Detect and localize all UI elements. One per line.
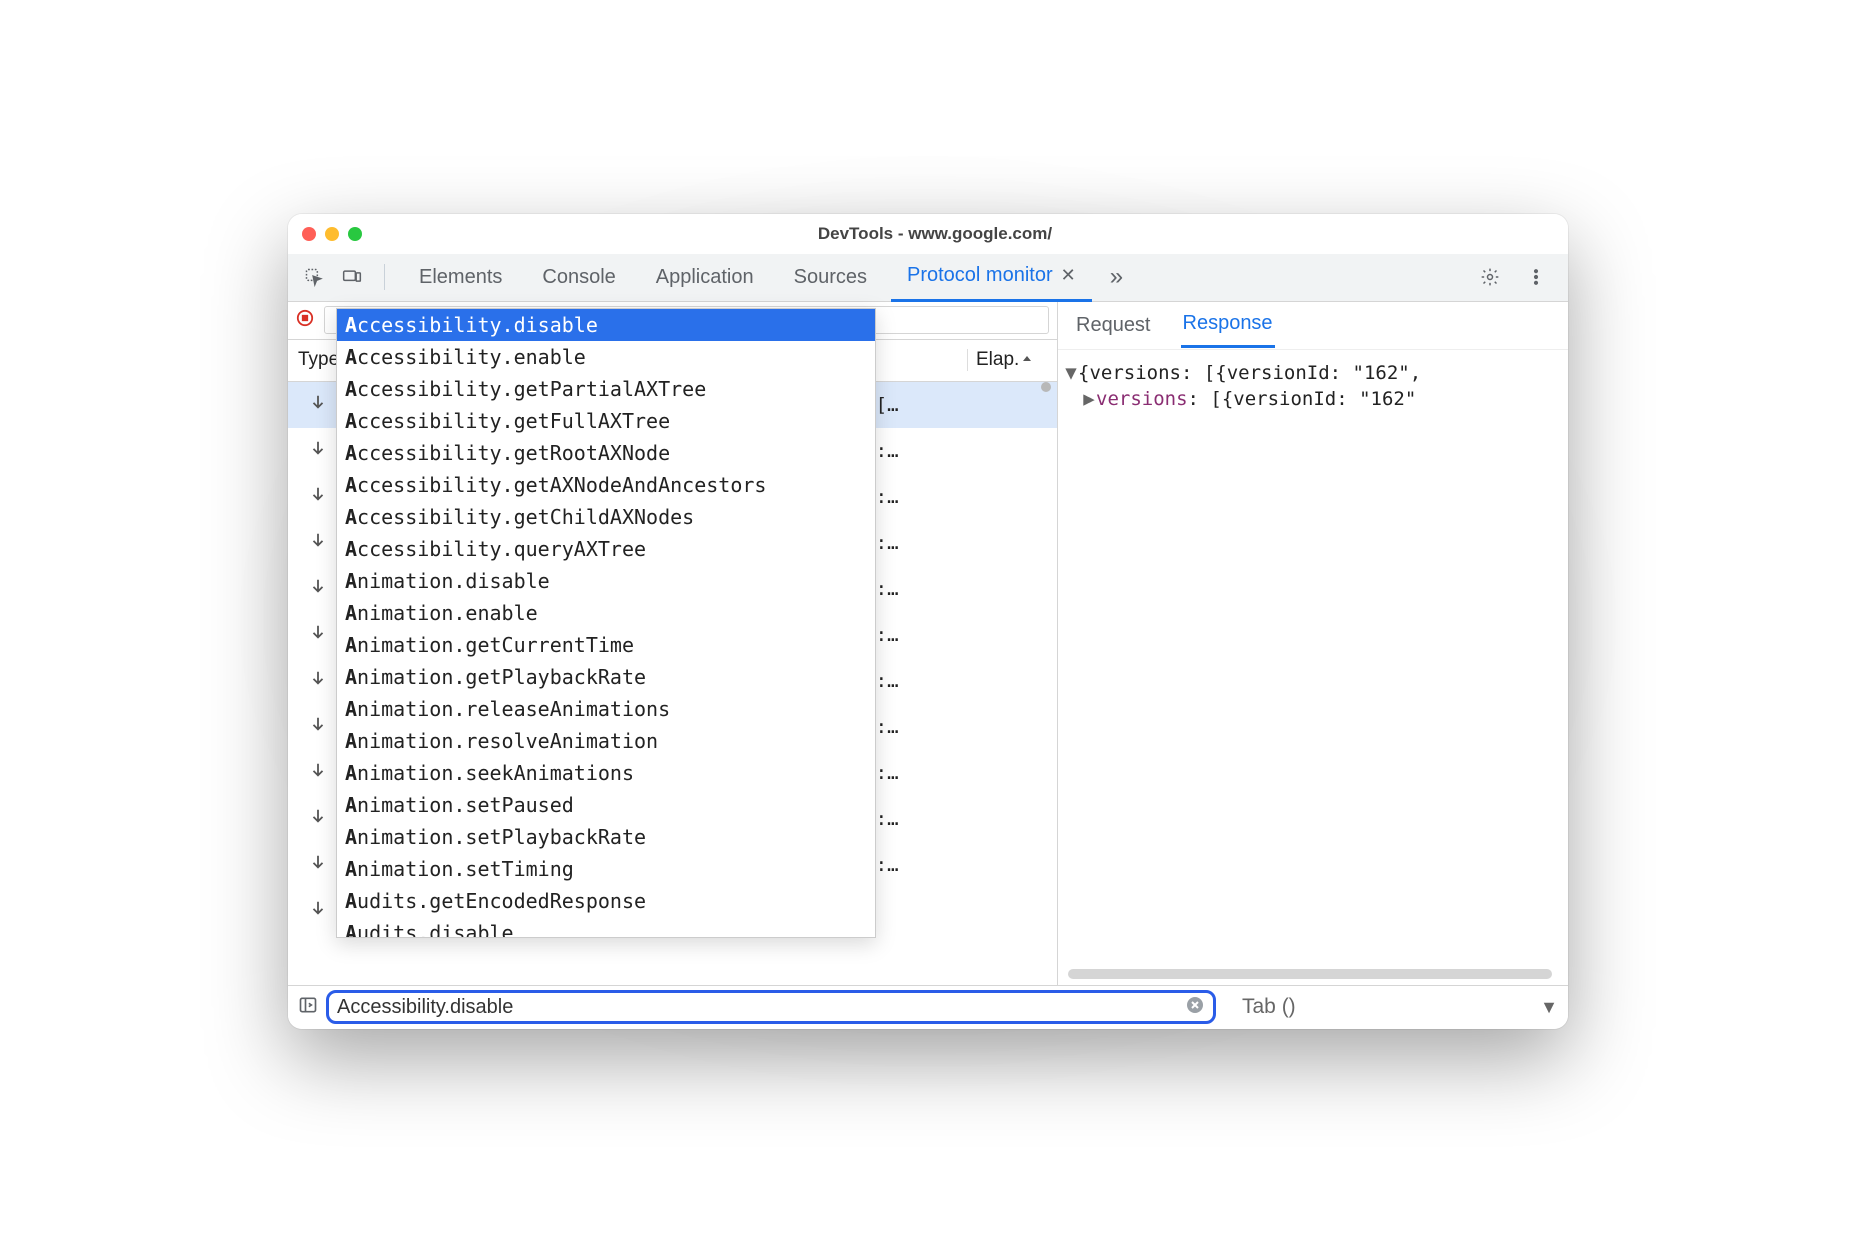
autocomplete-popup: Accessibility.disableAccessibility.enabl… xyxy=(336,308,876,938)
autocomplete-item[interactable]: Accessibility.getPartialAXTree xyxy=(337,373,875,405)
autocomplete-item[interactable]: Accessibility.getAXNodeAndAncestors xyxy=(337,469,875,501)
response-tree[interactable]: ▼{versions: [{versionId: "162", ▶version… xyxy=(1058,350,1568,985)
protocol-log-pane: Type se Elap. ions":[…estId":…estId":…es… xyxy=(288,302,1058,985)
panel-tabs: Elements Console Application Sources Pro… xyxy=(403,252,1466,302)
tab-console[interactable]: Console xyxy=(526,254,631,301)
arrow-down-icon xyxy=(309,577,327,600)
tab-elements[interactable]: Elements xyxy=(403,254,518,301)
maximize-window-icon[interactable] xyxy=(348,227,362,241)
window-title: DevTools - www.google.com/ xyxy=(371,224,1554,244)
arrow-down-icon xyxy=(309,807,327,830)
autocomplete-item[interactable]: Accessibility.disable xyxy=(337,309,875,341)
tab-protocol-monitor[interactable]: Protocol monitor ✕ xyxy=(891,252,1092,302)
tab-response[interactable]: Response xyxy=(1181,302,1275,348)
minimize-window-icon[interactable] xyxy=(325,227,339,241)
clear-input-icon[interactable] xyxy=(1185,995,1205,1020)
arrow-down-icon xyxy=(309,761,327,784)
toolbar: Elements Console Application Sources Pro… xyxy=(288,254,1568,302)
command-input-wrap xyxy=(326,990,1216,1024)
horizontal-scrollbar[interactable] xyxy=(1068,969,1552,979)
arrow-down-icon xyxy=(309,899,327,922)
titlebar: DevTools - www.google.com/ xyxy=(288,214,1568,254)
autocomplete-item[interactable]: Accessibility.queryAXTree xyxy=(337,533,875,565)
devtools-window: DevTools - www.google.com/ Elements Cons… xyxy=(288,214,1568,1029)
detail-tabs: Request Response xyxy=(1058,302,1568,350)
inspect-element-icon[interactable] xyxy=(300,263,328,291)
autocomplete-item[interactable]: Accessibility.getChildAXNodes xyxy=(337,501,875,533)
autocomplete-item[interactable]: Audits.disable xyxy=(337,917,875,938)
autocomplete-item[interactable]: Animation.setPlaybackRate xyxy=(337,821,875,853)
command-input[interactable] xyxy=(337,996,1185,1019)
autocomplete-item[interactable]: Accessibility.getRootAXNode xyxy=(337,437,875,469)
arrow-down-icon xyxy=(309,669,327,692)
gear-icon[interactable] xyxy=(1476,263,1504,291)
autocomplete-item[interactable]: Animation.setTiming xyxy=(337,853,875,885)
detail-pane: Request Response ▼{versions: [{versionId… xyxy=(1058,302,1568,985)
autocomplete-item[interactable]: Animation.disable xyxy=(337,565,875,597)
autocomplete-item[interactable]: Animation.releaseAnimations xyxy=(337,693,875,725)
col-elapsed[interactable]: Elap. xyxy=(967,349,1057,371)
scroll-indicator[interactable] xyxy=(1041,382,1051,392)
record-icon[interactable] xyxy=(296,309,314,332)
drawer-toggle-icon[interactable] xyxy=(298,995,318,1020)
autocomplete-item[interactable]: Accessibility.enable xyxy=(337,341,875,373)
arrow-down-icon xyxy=(309,439,327,462)
more-tabs-icon[interactable]: » xyxy=(1100,263,1133,291)
autocomplete-item[interactable]: Animation.getPlaybackRate xyxy=(337,661,875,693)
tab-request[interactable]: Request xyxy=(1074,304,1153,347)
tab-sources[interactable]: Sources xyxy=(778,254,883,301)
divider xyxy=(384,264,385,290)
arrow-down-icon xyxy=(309,393,327,416)
autocomplete-item[interactable]: Animation.resolveAnimation xyxy=(337,725,875,757)
arrow-down-icon xyxy=(309,623,327,646)
tab-label: Protocol monitor xyxy=(907,264,1053,287)
arrow-down-icon xyxy=(309,853,327,876)
arrow-down-icon xyxy=(309,715,327,738)
device-toolbar-icon[interactable] xyxy=(338,263,366,291)
autocomplete-item[interactable]: Animation.getCurrentTime xyxy=(337,629,875,661)
arrow-down-icon xyxy=(309,485,327,508)
autocomplete-item[interactable]: Accessibility.getFullAXTree xyxy=(337,405,875,437)
chevron-down-icon[interactable]: ▼ xyxy=(1540,997,1558,1018)
autocomplete-item[interactable]: Audits.getEncodedResponse xyxy=(337,885,875,917)
close-tab-icon[interactable]: ✕ xyxy=(1061,265,1076,286)
autocomplete-item[interactable]: Animation.setPaused xyxy=(337,789,875,821)
autocomplete-item[interactable]: Animation.enable xyxy=(337,597,875,629)
close-window-icon[interactable] xyxy=(302,227,316,241)
command-bar: Tab () ▼ xyxy=(288,985,1568,1029)
tab-application[interactable]: Application xyxy=(640,254,770,301)
arrow-down-icon xyxy=(309,531,327,554)
autocomplete-item[interactable]: Animation.seekAnimations xyxy=(337,757,875,789)
footer-hint: Tab () xyxy=(1242,995,1532,1019)
kebab-menu-icon[interactable] xyxy=(1522,263,1550,291)
